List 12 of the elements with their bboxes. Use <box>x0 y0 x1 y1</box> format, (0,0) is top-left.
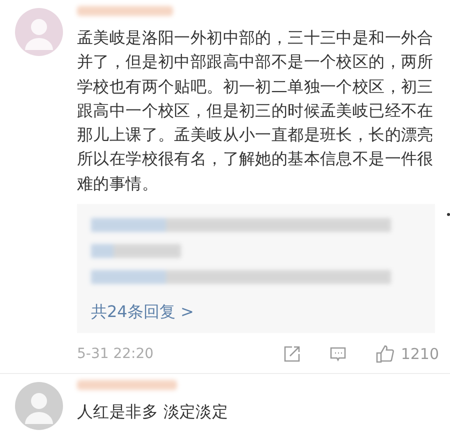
share-icon <box>282 345 301 364</box>
thumbs-up-icon <box>374 344 395 364</box>
avatar[interactable] <box>15 382 63 430</box>
dot <box>447 213 450 216</box>
comment-text: 人红是非多 淡定淡定 <box>77 401 230 424</box>
like-button[interactable]: 1210 <box>374 344 439 364</box>
view-replies-link[interactable]: 共24条回复 > <box>91 302 421 324</box>
share-button[interactable] <box>282 345 301 364</box>
comment-icon <box>328 345 347 364</box>
comment-time: 5-31 22:20 <box>77 346 155 362</box>
comment-text: 孟美岐是洛阳一外初中部的，三十三中是和一外合并了，但是初中部跟高中部不是一个校区的，两所学校也有两个贴吧。初一初二单独一个校区，初三跟高中一个校区，但是初三的时候孟美岐已经不在那儿上课了。孟美岐从小一直都是班长，长的漂亮所以在学校很有名，了解她的基本信息不是一件很难的事情。 <box>77 27 434 195</box>
comment-button[interactable] <box>328 345 347 364</box>
